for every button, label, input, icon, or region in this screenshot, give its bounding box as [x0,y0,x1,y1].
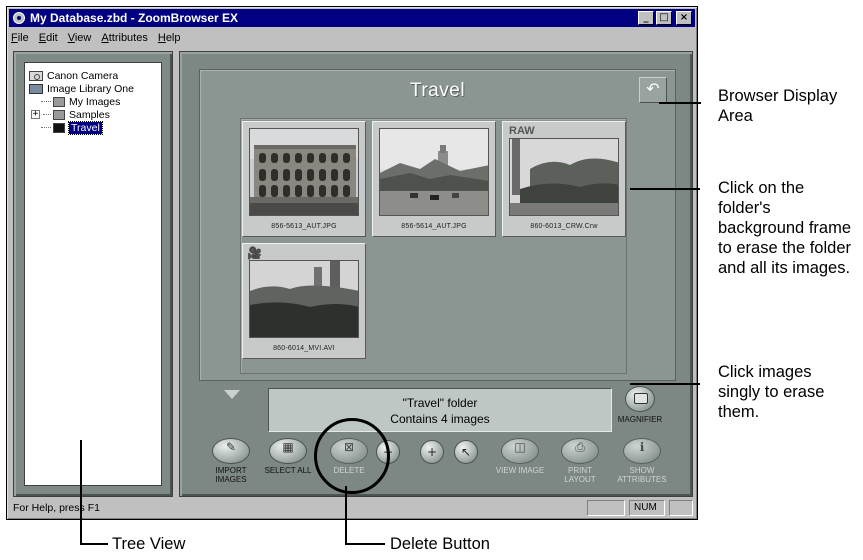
status-cell-empty [587,500,625,516]
select-all-button[interactable]: ▦ SELECT ALL [260,438,316,475]
tree-item-label: Image Library One [47,82,134,95]
tree-view[interactable]: Canon Camera Image Library One My Images… [24,62,162,486]
library-icon [29,83,43,94]
status-num: NUM [629,500,665,516]
tree-item-label-selected: Travel [68,120,103,135]
folder-icon [53,109,65,120]
zoom-in-icon: + [426,445,438,459]
import-images-button[interactable]: ✎ IMPORT IMAGES [208,438,254,484]
app-icon[interactable] [13,12,25,24]
folder-icon [53,96,65,107]
tree-connector [41,101,51,102]
return-arrow-icon: ↶ [646,81,660,98]
show-attributes-button[interactable]: ℹ SHOW ATTRIBUTES [612,438,672,484]
menu-bar: File Edit View Attributes Help [11,29,181,47]
return-button[interactable]: ↶ [639,77,667,103]
photo-ruins [509,138,619,216]
callout-erase-folder: Click on the folder's background frame t… [718,179,851,277]
tree-item-travel[interactable]: Travel [29,120,157,135]
tree-view-panel: Canon Camera Image Library One My Images… [13,51,173,497]
pointer-button[interactable]: ↖ [454,440,478,464]
menu-help[interactable]: Help [158,32,181,44]
print-layout-button[interactable]: ⎙ PRINT LAYOUT [556,438,604,484]
photo-street [379,128,489,216]
thumbnail-caption: 856-5614_AUT.JPG [401,223,467,230]
camera-icon [29,70,43,81]
callout-delete-button: Delete Button [390,535,490,553]
view-image-icon: ◫ [501,438,539,464]
delete-highlight-circle [314,418,390,494]
tree-connector [43,114,51,115]
window-title: My Database.zbd - ZoomBrowser EX [30,11,239,25]
status-bar: For Help, press F1 NUM [9,499,695,517]
callout-line [80,543,108,545]
folder-info-name: "Travel" folder [402,396,478,410]
maximize-button[interactable]: □ [656,11,672,25]
thumbnail-image[interactable]: 856-5613_AUT.JPG [242,121,366,237]
view-image-label: VIEW IMAGE [495,466,545,475]
menu-edit[interactable]: Edit [39,32,58,44]
callout-line [659,102,701,104]
callout-line [630,188,700,190]
minimize-button[interactable]: _ [638,11,654,25]
select-all-label: SELECT ALL [264,466,312,475]
import-icon: ✎ [212,438,250,464]
close-button[interactable]: × [676,11,692,25]
callout-line [80,440,82,544]
print-layout-label: PRINT LAYOUT [564,466,596,484]
tree-item-label: Canon Camera [47,69,119,82]
tree-item-label: Samples [69,108,110,121]
pointer-icon: ↖ [460,445,472,459]
select-all-icon: ▦ [269,438,307,464]
magnifier-button[interactable]: MAGNIFIER [614,386,666,424]
thumbnail-image[interactable]: 856-5614_AUT.JPG [372,121,496,237]
callout-line [630,383,700,385]
callout-erase-images: Click images singly to erase them. [718,363,825,421]
thumbnail-image[interactable]: RAW 860-6013_CRW.Crw [502,121,626,237]
browser-display-area: Travel ↶ 856-5613_AUT.JPG 856-5614_AUT.J… [179,51,693,497]
folder-title: Travel [409,80,466,101]
tree-connector [41,127,51,128]
tree-item-my-images[interactable]: My Images [29,95,157,108]
thumbnail-caption: 860-6014_MVI.AVI [273,345,335,352]
photo-movie-ruins [249,260,359,338]
window-controls: _ □ × [638,11,692,25]
magnifier-label: MAGNIFIER [617,415,663,424]
callout-tree-view: Tree View [112,535,186,553]
menu-attributes[interactable]: Attributes [101,32,147,44]
expand-icon[interactable]: + [31,110,40,119]
title-bar[interactable]: My Database.zbd - ZoomBrowser EX _ □ × [9,9,695,27]
thumbnail-caption: 856-5613_AUT.JPG [271,223,337,230]
tree-item-label: My Images [69,95,121,108]
folder-info-box: "Travel" folder Contains 4 images [268,388,612,432]
movie-camera-icon: 🎥 [247,246,262,260]
raw-badge: RAW [509,125,535,137]
folder-open-icon [53,122,65,133]
callout-line [345,543,385,545]
thumbnail-image[interactable]: 🎥 860-6014_MVI.AVI [242,243,366,359]
thumbnail-area[interactable]: 856-5613_AUT.JPG 856-5614_AUT.JPG RAW 86… [240,118,627,374]
view-image-button[interactable]: ◫ VIEW IMAGE [492,438,548,475]
photo-colosseum [249,128,359,216]
status-cell-grip [669,500,693,516]
print-icon: ⎙ [561,438,599,464]
zoom-in-button[interactable]: + [420,440,444,464]
app-window: My Database.zbd - ZoomBrowser EX _ □ × F… [6,6,698,520]
tree-item-image-library[interactable]: Image Library One [29,82,157,95]
status-help-text: For Help, press F1 [13,502,100,514]
callout-browser-display-area: Browser Display Area [718,87,838,125]
magnifier-icon [625,386,655,412]
menu-file[interactable]: File [11,32,29,44]
folder-info-count: Contains 4 images [390,412,490,426]
tree-item-samples[interactable]: + Samples [29,108,157,121]
tree-item-canon-camera[interactable]: Canon Camera [29,69,157,82]
show-attributes-label: SHOW ATTRIBUTES [617,466,667,484]
thumbnail-caption: 860-6013_CRW.Crw [530,223,598,230]
import-images-label: IMPORT IMAGES [215,466,247,484]
folder-background-frame[interactable]: Travel ↶ 856-5613_AUT.JPG 856-5614_AUT.J… [199,69,676,381]
info-icon: ℹ [623,438,661,464]
expand-arrow-icon[interactable] [224,390,240,399]
callout-line [345,486,347,544]
menu-view[interactable]: View [68,32,92,44]
